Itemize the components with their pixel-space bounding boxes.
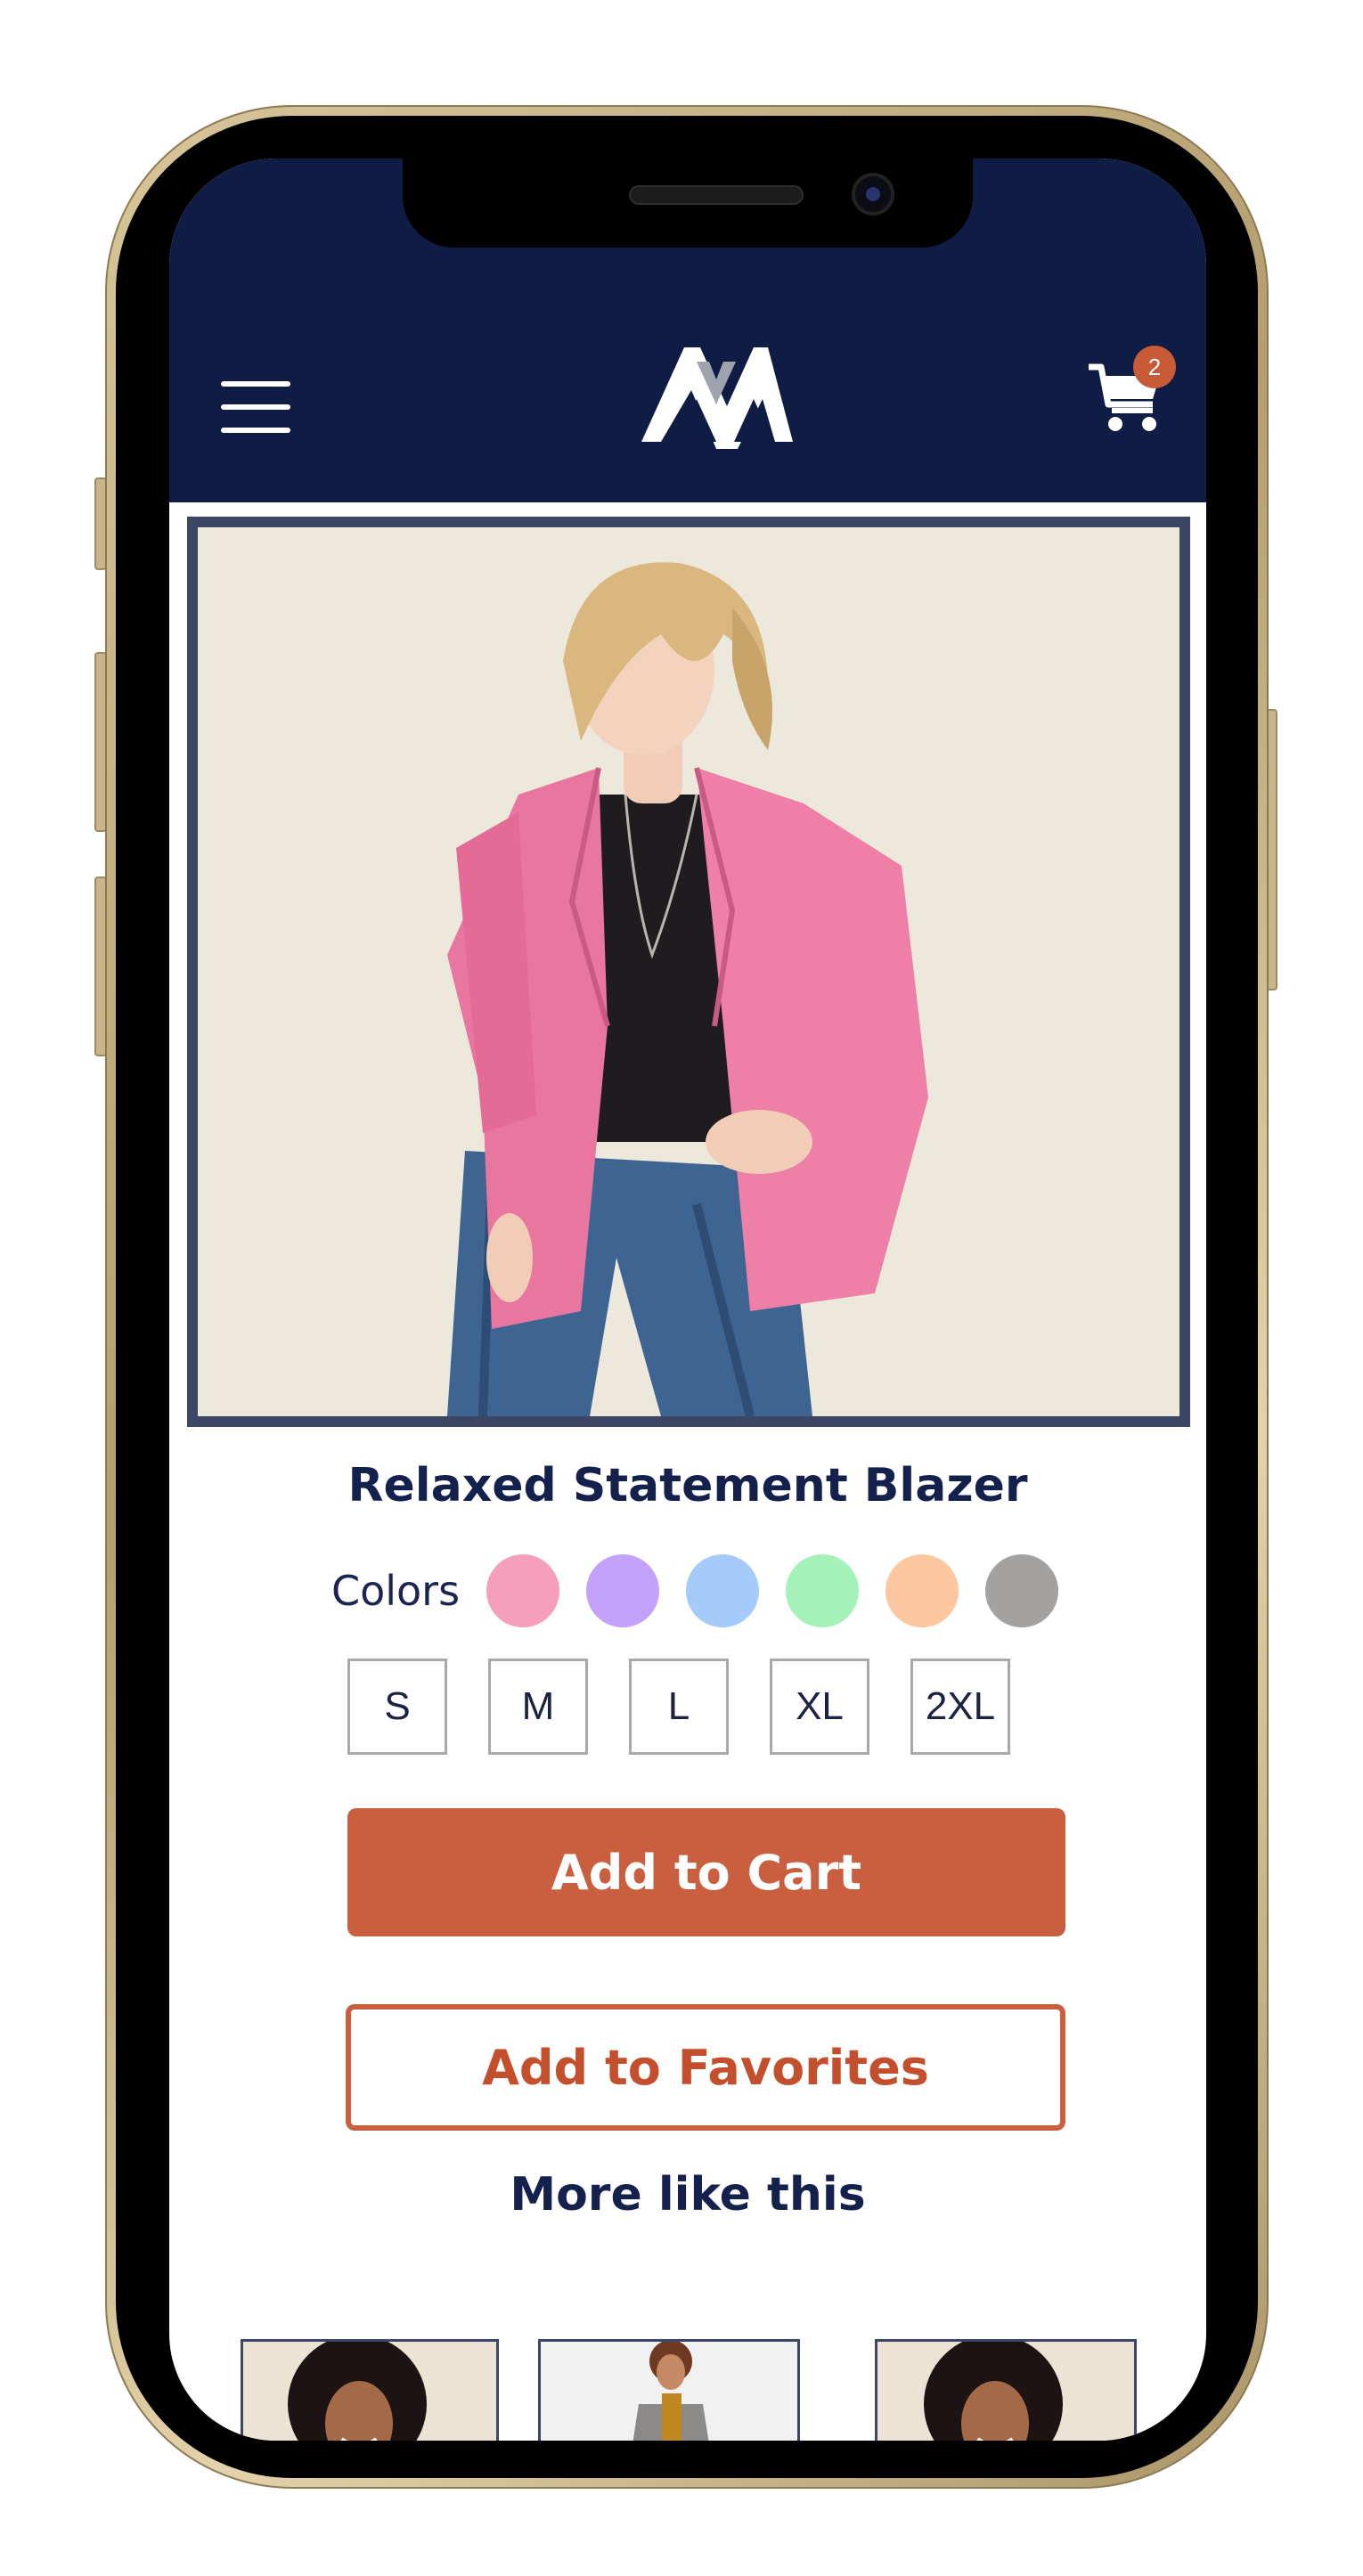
thumb-photo-3 — [924, 2342, 1063, 2441]
thumb-photo-2 — [633, 2342, 709, 2441]
product-image[interactable] — [187, 517, 1190, 1427]
front-camera — [852, 173, 894, 216]
add-to-cart-button[interactable]: Add to Cart — [347, 1808, 1065, 1936]
cart-count-badge: 2 — [1133, 346, 1176, 388]
size-option-2xl[interactable]: 2XL — [910, 1659, 1010, 1755]
recommendation-thumb-2[interactable] — [538, 2339, 800, 2441]
more-like-this-heading: More like this — [510, 2168, 866, 2221]
phone-screen: 2 Relaxed Statement Blazer Colors S M L … — [169, 159, 1206, 2441]
recommendation-thumb-1[interactable] — [241, 2339, 499, 2441]
size-option-s[interactable]: S — [347, 1659, 447, 1755]
add-to-favorites-button[interactable]: Add to Favorites — [346, 2004, 1065, 2131]
color-selector: Colors — [331, 1553, 1085, 1628]
size-selector: S M L XL 2XL — [347, 1659, 1051, 1755]
size-option-xl[interactable]: XL — [770, 1659, 869, 1755]
speaker-grille — [629, 185, 804, 205]
colors-label: Colors — [331, 1567, 461, 1615]
model-photo-illustration — [198, 527, 1179, 1416]
color-swatch-peach[interactable] — [886, 1554, 959, 1627]
recommendation-thumb-3[interactable] — [875, 2339, 1137, 2441]
hamburger-menu-icon[interactable] — [221, 381, 290, 433]
brand-logo — [641, 347, 793, 449]
notch — [403, 159, 973, 248]
color-swatch-purple[interactable] — [586, 1554, 660, 1627]
size-option-m[interactable]: M — [488, 1659, 588, 1755]
color-swatch-green[interactable] — [786, 1554, 860, 1627]
color-swatch-pink[interactable] — [486, 1554, 560, 1627]
thumb-photo-1 — [288, 2342, 427, 2441]
color-swatch-gray[interactable] — [985, 1554, 1059, 1627]
size-option-l[interactable]: L — [629, 1659, 729, 1755]
product-title: Relaxed Statement Blazer — [347, 1459, 1028, 1512]
color-swatch-blue[interactable] — [686, 1554, 760, 1627]
